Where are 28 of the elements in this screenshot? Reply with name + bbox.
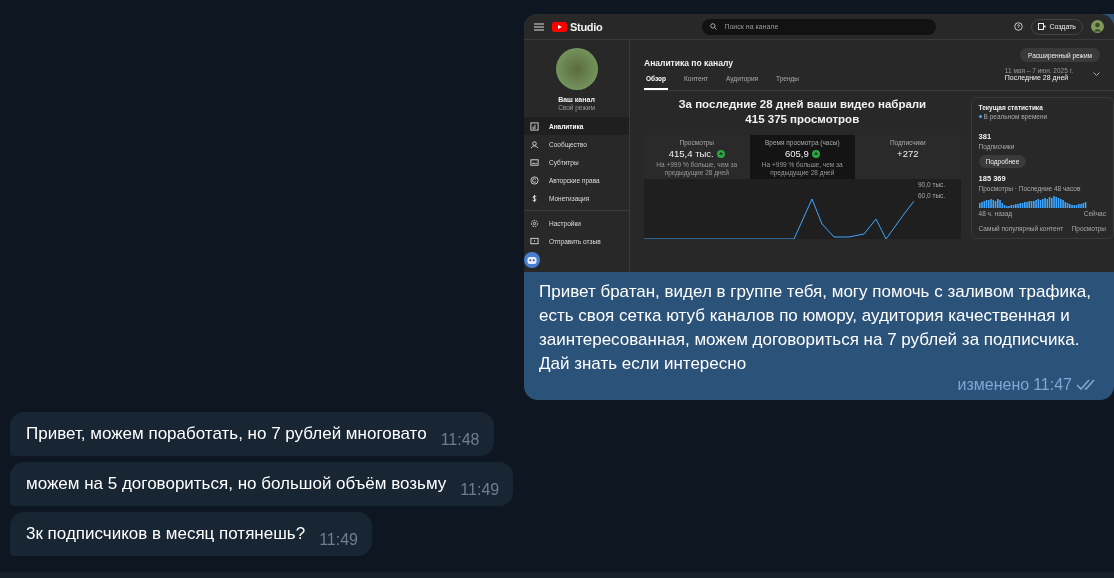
people-icon [530, 139, 539, 149]
message-time: 11:48 [440, 431, 480, 449]
page-title: Аналитика по каналу [644, 58, 733, 68]
message-time: 11:47 [1033, 376, 1072, 394]
copyright-icon [530, 175, 539, 185]
message-time: 11:49 [460, 481, 500, 499]
message-text: Привет, можем поработать, но 7 рублей многовато [26, 423, 427, 445]
video-plus-icon [1038, 23, 1047, 30]
feedback-icon [530, 236, 539, 246]
headline-text: За последние 28 дней ваши видео набрали 415 375 просмотров [677, 97, 928, 127]
message-text: можем на 5 договориться, но большой объём возьму [26, 473, 447, 495]
edited-label: изменено [957, 376, 1030, 394]
message-text: 3к подписчиков в месяц потянешь? [26, 523, 306, 545]
avatar-icon[interactable] [1091, 20, 1104, 33]
search-icon [710, 23, 718, 30]
subtitles-icon [530, 157, 539, 167]
bar-chart-icon [530, 121, 539, 131]
message-time: 11:49 [319, 531, 358, 549]
dollar-icon [530, 193, 539, 203]
channel-avatar [555, 48, 598, 90]
play-logo-icon [552, 21, 567, 32]
robot-icon [524, 252, 540, 268]
message-text: Привет братан, видел в группе тебя, могу помочь с заливом трафика, есть своя сетка ютуб каналов по юмору, аудитория качественная и заинтересованная, можем договориться на 7 рублей за подписчика. Дай знать если интересно [538, 281, 1092, 375]
chevron-down-icon[interactable] [1093, 71, 1100, 77]
settings-icon [530, 218, 539, 228]
menu-icon [534, 22, 544, 31]
logo-text: Studio [570, 20, 603, 33]
help-icon[interactable] [1014, 22, 1024, 31]
